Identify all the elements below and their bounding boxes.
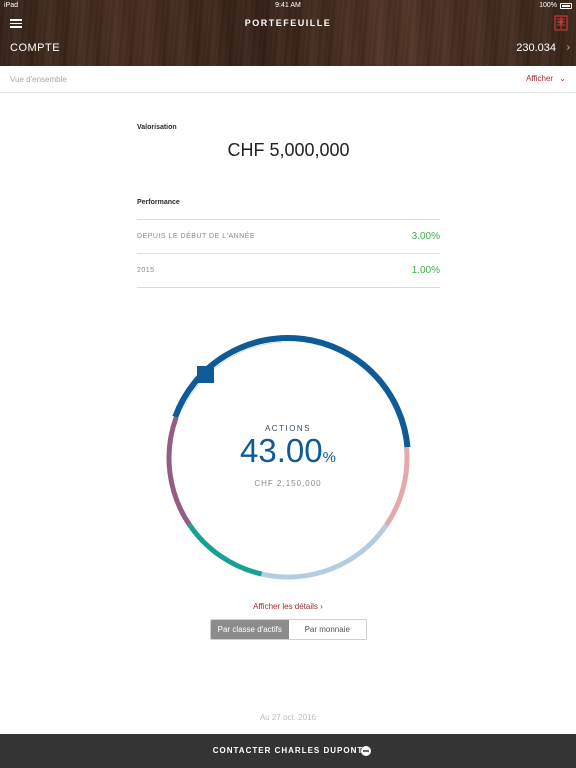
selection-handle[interactable] bbox=[197, 366, 214, 383]
chat-bubble-icon bbox=[361, 746, 371, 756]
account-label[interactable]: COMPTE bbox=[10, 42, 60, 54]
contact-advisor-button[interactable]: CONTACTER CHARLES DUPONT bbox=[0, 734, 576, 768]
overview-label: Vue d'ensemble bbox=[10, 75, 67, 84]
battery-percent: 100% bbox=[539, 2, 557, 9]
chevron-down-icon: ⌄ bbox=[559, 74, 566, 83]
performance-row-value: 1.00% bbox=[411, 265, 440, 276]
overview-bar: Vue d'ensemble Afficher ⌄ bbox=[0, 66, 576, 93]
performance-row-value: 3.00% bbox=[411, 231, 440, 242]
valuation-label: Valorisation bbox=[137, 124, 177, 131]
tab-asset-class[interactable]: Par classe d'actifs bbox=[211, 620, 289, 639]
selected-asset-class-amount: CHF 2,150,000 bbox=[254, 479, 322, 488]
allocation-view-toggle: Par classe d'actifs Par monnaie bbox=[210, 619, 367, 640]
header: iPad 9:41 AM 100% PORTEFEUILLE COMPTE 23… bbox=[0, 0, 576, 66]
show-details-link[interactable]: Afficher les détails › bbox=[0, 602, 576, 611]
status-time: 9:41 AM bbox=[275, 2, 301, 9]
status-bar: iPad 9:41 AM 100% bbox=[0, 0, 576, 12]
account-number[interactable]: 230.034 bbox=[516, 42, 556, 54]
performance-label: Performance bbox=[137, 199, 180, 206]
battery-icon bbox=[560, 2, 572, 9]
donut-segment-teal[interactable] bbox=[187, 523, 263, 577]
show-dropdown-label: Afficher bbox=[526, 74, 554, 83]
percent-unit: % bbox=[322, 449, 336, 466]
contact-advisor-label: CONTACTER CHARLES DUPONT bbox=[212, 746, 364, 755]
page-title: PORTEFEUILLE bbox=[244, 18, 332, 28]
selected-percent-value: 43.00 bbox=[240, 432, 323, 469]
battery-status: 100% bbox=[539, 2, 572, 9]
performance-row: DEPUIS LE DÉBUT DE L'ANNÉE 3.00% bbox=[137, 220, 440, 254]
valuation-amount: CHF 5,000,000 bbox=[227, 140, 350, 160]
performance-row: 2015 1.00% bbox=[137, 254, 440, 288]
bank-logo-icon[interactable] bbox=[554, 15, 568, 31]
selected-asset-class-percent: 43.00% bbox=[160, 432, 416, 470]
donut-segment-lightblue[interactable] bbox=[261, 523, 389, 580]
performance-row-label: DEPUIS LE DÉBUT DE L'ANNÉE bbox=[137, 233, 256, 240]
tab-currency[interactable]: Par monnaie bbox=[288, 620, 366, 639]
show-dropdown-button[interactable]: Afficher ⌄ bbox=[526, 74, 566, 83]
performance-table: DEPUIS LE DÉBUT DE L'ANNÉE 3.00% 2015 1.… bbox=[137, 219, 440, 288]
as-of-date: Au 27 oct. 2016 bbox=[259, 713, 317, 722]
performance-row-label: 2015 bbox=[137, 267, 155, 274]
chevron-right-icon[interactable]: › bbox=[567, 42, 570, 53]
